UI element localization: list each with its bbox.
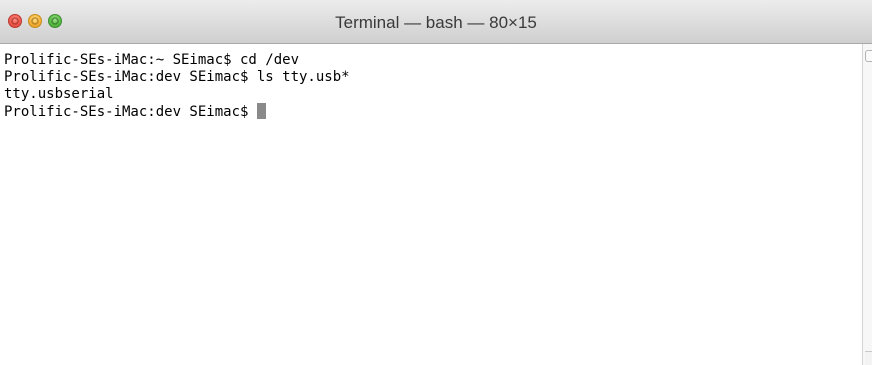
terminal-line: Prolific-SEs-iMac:dev SEimac$ ls tty.usb…: [4, 69, 350, 85]
terminal-prompt: Prolific-SEs-iMac:dev SEimac$: [4, 104, 257, 120]
scrollbar-bottom-cap: [865, 351, 872, 365]
terminal-window: Terminal — bash — 80×15 Prolific-SEs-iMa…: [0, 0, 872, 365]
terminal-line: Prolific-SEs-iMac:~ SEimac$ cd /dev: [4, 52, 300, 68]
scrollbar-top-cap: [865, 50, 872, 62]
terminal-output[interactable]: Prolific-SEs-iMac:~ SEimac$ cd /dev Prol…: [0, 44, 862, 365]
text-cursor: [256, 103, 266, 119]
terminal-line: tty.usbserial: [4, 86, 114, 102]
vertical-scrollbar[interactable]: [862, 44, 872, 365]
title-bar[interactable]: Terminal — bash — 80×15: [0, 0, 872, 44]
window-title: Terminal — bash — 80×15: [335, 13, 537, 32]
terminal-prompt-line: Prolific-SEs-iMac:dev SEimac$: [4, 103, 862, 120]
